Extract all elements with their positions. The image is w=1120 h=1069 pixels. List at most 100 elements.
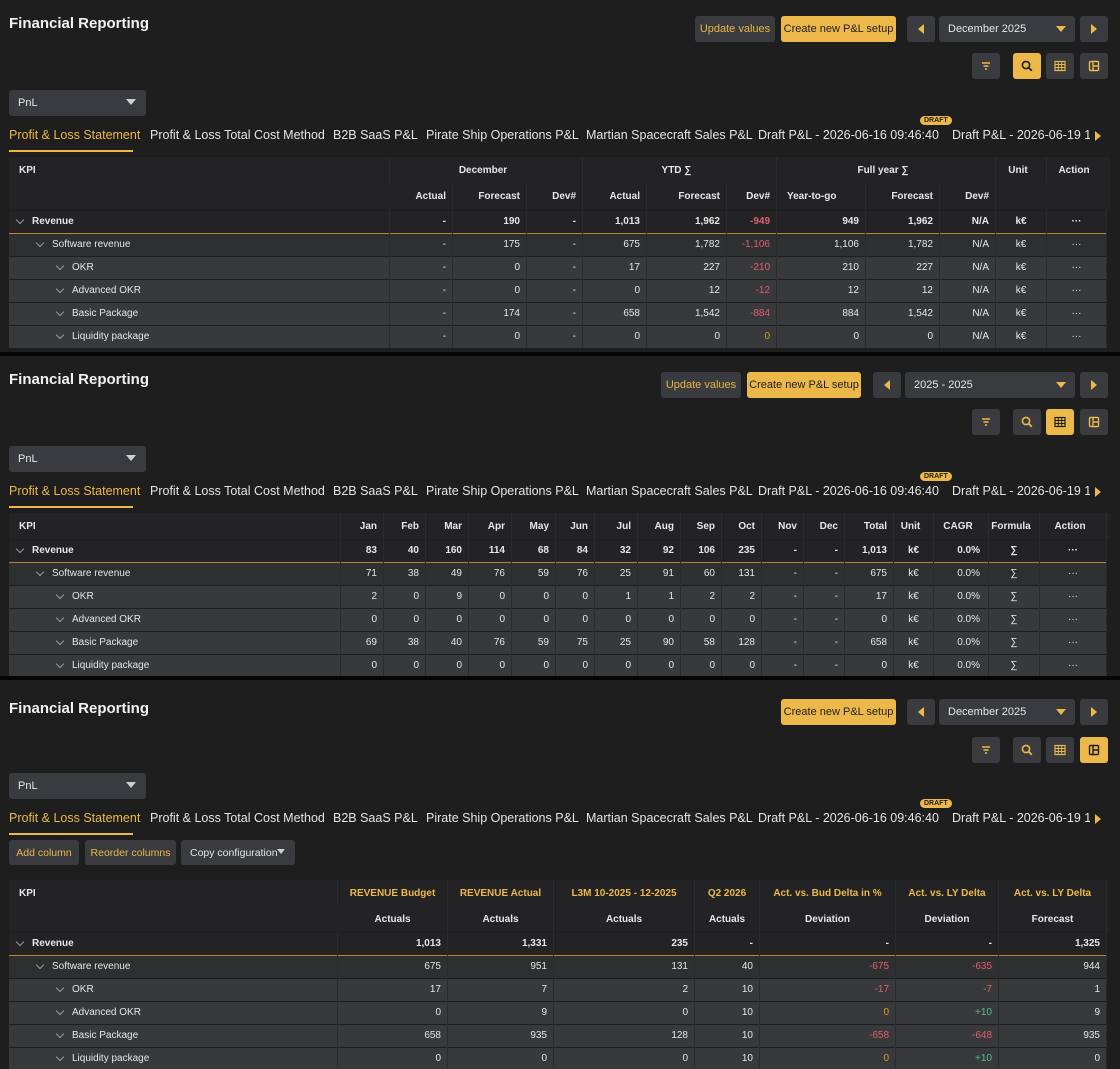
chevron-down-icon[interactable] — [15, 215, 25, 225]
kpi-row-label[interactable]: OKR — [9, 585, 341, 608]
chevron-down-icon[interactable] — [55, 1052, 65, 1062]
tab-pirate-ship[interactable]: Pirate Ship Operations P&L — [426, 811, 579, 825]
chevron-down-icon[interactable] — [55, 284, 65, 294]
tab-total-cost-method[interactable]: Profit & Loss Total Cost Method — [150, 128, 325, 142]
header-cell[interactable]: Act. vs. LY Delta — [896, 880, 999, 906]
zoom-button[interactable] — [1013, 53, 1041, 79]
header-cell[interactable]: REVENUE Actual — [448, 880, 554, 906]
tab-profit-loss-statement[interactable]: Profit & Loss Statement — [9, 811, 140, 825]
add-column-button[interactable]: Add column — [9, 840, 79, 865]
kpi-row-label[interactable]: Basic Package — [9, 302, 390, 325]
next-period-button[interactable] — [1080, 16, 1108, 42]
report-select[interactable]: PnL — [9, 773, 146, 799]
header-cell[interactable]: Act. vs. LY Delta — [999, 880, 1107, 906]
zoom-button[interactable] — [1013, 737, 1041, 763]
row-action-menu[interactable]: ··· — [1040, 654, 1107, 676]
header-cell[interactable]: Act. vs. Bud Delta in % — [760, 880, 896, 906]
filter-button[interactable] — [972, 409, 1000, 435]
update-values-button[interactable]: Update values — [661, 372, 741, 398]
tab-draft-1[interactable]: Draft P&L - 2026-06-16 09:46:40 — [758, 811, 939, 825]
next-period-button[interactable] — [1080, 372, 1108, 398]
chevron-down-icon[interactable] — [55, 636, 65, 646]
row-action-menu[interactable]: ··· — [1040, 608, 1107, 631]
chevron-down-icon[interactable] — [55, 659, 65, 669]
chevron-down-icon[interactable] — [55, 307, 65, 317]
row-action-menu[interactable]: ··· — [1040, 585, 1107, 608]
tab-draft-2[interactable]: Draft P&L - 2026-06-19 1 — [952, 811, 1090, 825]
table-view-button[interactable] — [1046, 409, 1074, 435]
row-action-menu[interactable]: ··· — [1047, 210, 1107, 233]
kpi-row-label[interactable]: Advanced OKR — [9, 279, 390, 302]
tab-pirate-ship[interactable]: Pirate Ship Operations P&L — [426, 484, 579, 498]
prev-period-button[interactable] — [873, 372, 901, 398]
prev-period-button[interactable] — [907, 16, 935, 42]
columns-view-button[interactable] — [1080, 409, 1108, 435]
chevron-down-icon[interactable] — [55, 590, 65, 600]
zoom-button[interactable] — [1013, 409, 1041, 435]
tab-draft-1[interactable]: Draft P&L - 2026-06-16 09:46:40 — [758, 128, 939, 142]
tabs-scroll-right-icon[interactable] — [1095, 131, 1101, 141]
columns-view-button[interactable] — [1080, 53, 1108, 79]
tab-profit-loss-statement[interactable]: Profit & Loss Statement — [9, 484, 140, 498]
header-cell[interactable]: L3M 10-2025 - 12-2025 — [554, 880, 695, 906]
chevron-down-icon[interactable] — [15, 544, 25, 554]
row-action-menu[interactable]: ··· — [1040, 631, 1107, 654]
tab-pirate-ship[interactable]: Pirate Ship Operations P&L — [426, 128, 579, 142]
filter-button[interactable] — [972, 53, 1000, 79]
chevron-down-icon[interactable] — [55, 1006, 65, 1016]
tab-b2b-saas[interactable]: B2B SaaS P&L — [333, 811, 418, 825]
kpi-row-label[interactable]: Basic Package — [9, 1024, 338, 1047]
row-action-menu[interactable]: ··· — [1047, 325, 1107, 348]
kpi-row-label[interactable]: Revenue — [9, 932, 338, 955]
tab-draft-2[interactable]: Draft P&L - 2026-06-19 1 — [952, 128, 1090, 142]
create-pl-button[interactable]: Create new P&L setup — [781, 699, 896, 725]
kpi-row-label[interactable]: Advanced OKR — [9, 608, 341, 631]
reorder-columns-button[interactable]: Reorder columns — [85, 840, 176, 865]
period-select[interactable]: December 2025 — [939, 699, 1075, 725]
chevron-down-icon[interactable] — [35, 567, 45, 577]
kpi-row-label[interactable]: Advanced OKR — [9, 1001, 338, 1024]
tab-martian-spacecraft[interactable]: Martian Spacecraft Sales P&L — [586, 128, 753, 142]
report-select[interactable]: PnL — [9, 90, 146, 116]
kpi-row-label[interactable]: OKR — [9, 256, 390, 279]
row-action-menu[interactable]: ··· — [1040, 539, 1107, 562]
filter-button[interactable] — [972, 737, 1000, 763]
chevron-down-icon[interactable] — [55, 261, 65, 271]
chevron-down-icon[interactable] — [55, 983, 65, 993]
kpi-row-label[interactable]: Software revenue — [9, 562, 341, 585]
tabs-scroll-right-icon[interactable] — [1095, 814, 1101, 824]
header-cell[interactable]: REVENUE Budget — [338, 880, 448, 906]
row-action-menu[interactable]: ··· — [1047, 256, 1107, 279]
kpi-row-label[interactable]: Liquidity package — [9, 1047, 338, 1069]
tab-total-cost-method[interactable]: Profit & Loss Total Cost Method — [150, 484, 325, 498]
tabs-scroll-right-icon[interactable] — [1095, 487, 1101, 497]
kpi-row-label[interactable]: Software revenue — [9, 233, 390, 256]
tab-b2b-saas[interactable]: B2B SaaS P&L — [333, 484, 418, 498]
columns-view-button[interactable] — [1080, 737, 1108, 763]
period-select[interactable]: 2025 - 2025 — [905, 372, 1075, 398]
row-action-menu[interactable]: ··· — [1047, 233, 1107, 256]
chevron-down-icon[interactable] — [55, 1029, 65, 1039]
tab-draft-2[interactable]: Draft P&L - 2026-06-19 1 — [952, 484, 1090, 498]
chevron-down-icon[interactable] — [15, 937, 25, 947]
chevron-down-icon[interactable] — [35, 960, 45, 970]
kpi-row-label[interactable]: Basic Package — [9, 631, 341, 654]
kpi-row-label[interactable]: Liquidity package — [9, 654, 341, 676]
row-action-menu[interactable]: ··· — [1047, 302, 1107, 325]
tab-draft-1[interactable]: Draft P&L - 2026-06-16 09:46:40 — [758, 484, 939, 498]
tab-total-cost-method[interactable]: Profit & Loss Total Cost Method — [150, 811, 325, 825]
row-action-menu[interactable]: ··· — [1040, 562, 1107, 585]
row-action-menu[interactable]: ··· — [1047, 279, 1107, 302]
next-period-button[interactable] — [1080, 699, 1108, 725]
copy-configuration-dropdown[interactable]: Copy configuration — [181, 840, 295, 865]
report-select[interactable]: PnL — [9, 446, 146, 472]
create-pl-button[interactable]: Create new P&L setup — [781, 16, 896, 42]
tab-martian-spacecraft[interactable]: Martian Spacecraft Sales P&L — [586, 811, 753, 825]
kpi-row-label[interactable]: Revenue — [9, 210, 390, 233]
tab-b2b-saas[interactable]: B2B SaaS P&L — [333, 128, 418, 142]
tab-profit-loss-statement[interactable]: Profit & Loss Statement — [9, 128, 140, 142]
update-values-button[interactable]: Update values — [695, 16, 775, 42]
kpi-row-label[interactable]: Software revenue — [9, 955, 338, 978]
period-select[interactable]: December 2025 — [939, 16, 1075, 42]
chevron-down-icon[interactable] — [55, 330, 65, 340]
